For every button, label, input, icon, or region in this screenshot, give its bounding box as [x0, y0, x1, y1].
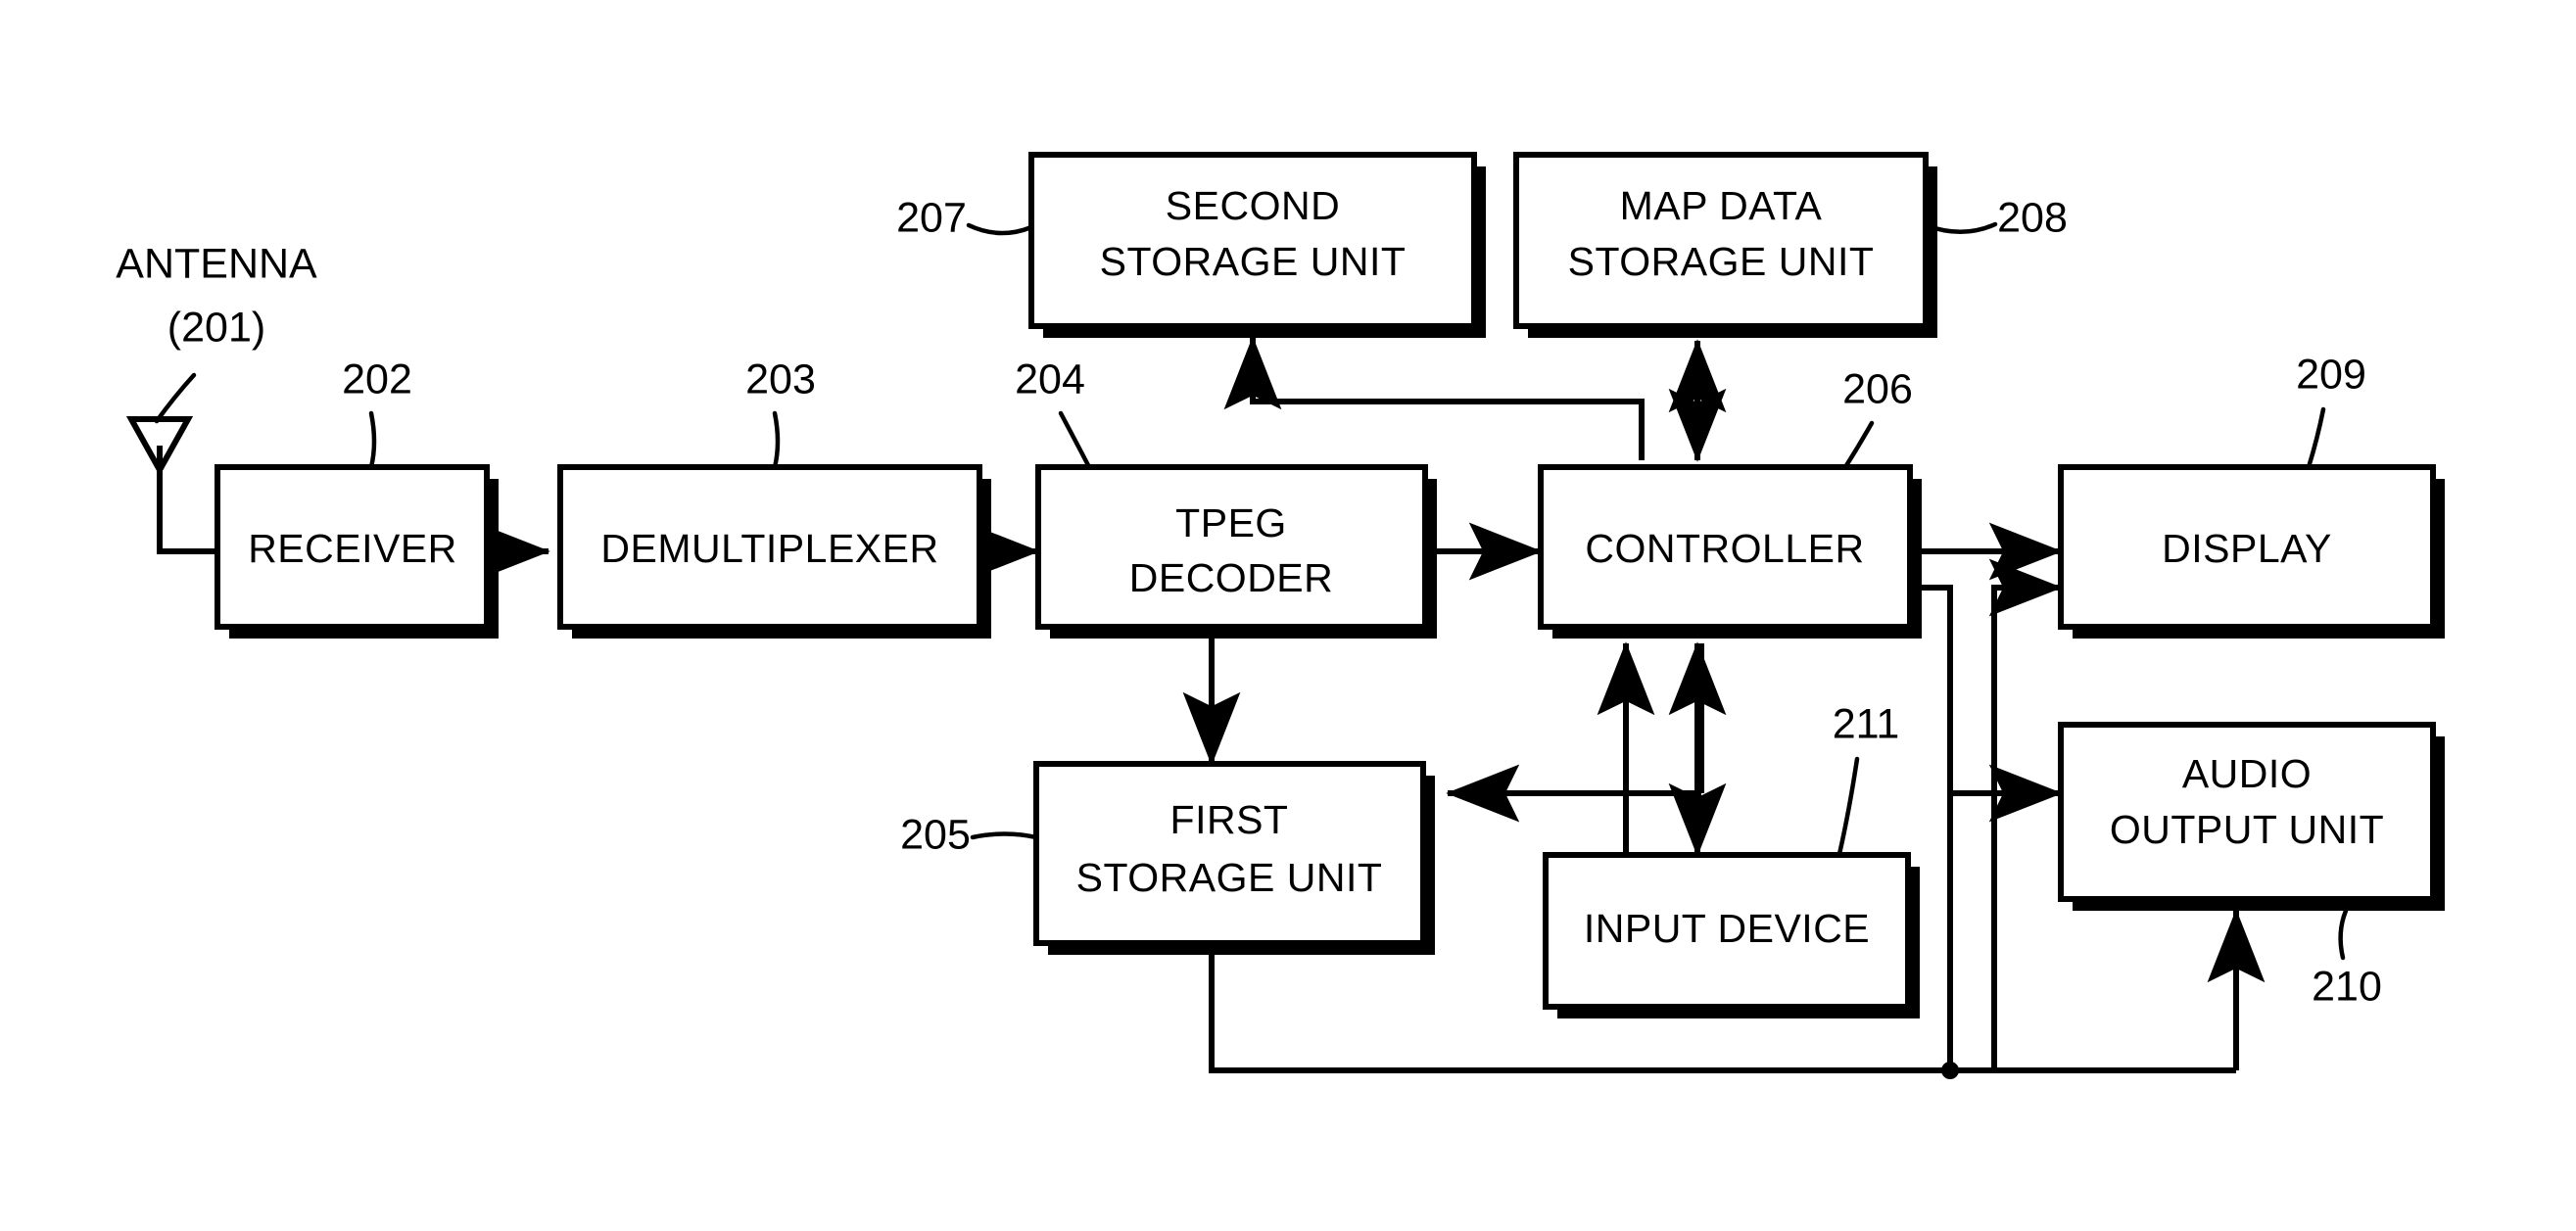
- block-second-storage[interactable]: SECOND STORAGE UNIT: [1028, 152, 1486, 338]
- connector-bus-to-display: [1988, 558, 2063, 1070]
- figure-canvas: RECEIVER DEMULTIPLEXER TPEG DECODER CONT…: [0, 0, 2576, 1231]
- block-demultiplexer[interactable]: DEMULTIPLEXER: [557, 464, 991, 639]
- ref-211-group: 211: [1833, 700, 1900, 857]
- ref-label-209: 209: [2296, 351, 2366, 398]
- block-label-tpeg-line1: TPEG: [1175, 500, 1287, 545]
- antenna-icon: [125, 416, 194, 477]
- block-input-device[interactable]: INPUT DEVICE: [1543, 852, 1920, 1018]
- block-label-first-storage-line2: STORAGE UNIT: [1076, 855, 1383, 900]
- ref-label-202: 202: [342, 355, 412, 402]
- ref-label-208: 208: [1997, 194, 2068, 241]
- connector-antenna-to-receiver: [157, 446, 217, 554]
- ref-label-203: 203: [745, 355, 816, 402]
- ref-label-204: 204: [1015, 355, 1085, 402]
- block-map-data-storage[interactable]: MAP DATA STORAGE UNIT: [1513, 152, 1937, 338]
- antenna-label-group: ANTENNA (201): [116, 240, 317, 424]
- connector-layer: [157, 336, 2266, 1079]
- block-label-second-storage-line1: SECOND: [1166, 183, 1340, 228]
- ref-label-207: 207: [896, 194, 967, 241]
- block-receiver[interactable]: RECEIVER: [215, 464, 499, 639]
- block-tpeg-decoder[interactable]: TPEG DECODER: [1035, 464, 1437, 639]
- block-label-first-storage-line1: FIRST: [1170, 797, 1289, 842]
- block-label-receiver: RECEIVER: [248, 526, 457, 571]
- ref-label-206: 206: [1842, 365, 1913, 412]
- ref-204-group: 204: [1015, 355, 1092, 470]
- ref-label-205: 205: [900, 811, 971, 858]
- block-display[interactable]: DISPLAY: [2058, 464, 2445, 639]
- ref-label-211: 211: [1833, 700, 1900, 747]
- ref-205-group: 205: [900, 811, 1039, 858]
- connector-controller-to-second-storage: [1223, 336, 1645, 460]
- antenna-label-line2: (201): [167, 304, 265, 351]
- block-first-storage[interactable]: FIRST STORAGE UNIT: [1033, 761, 1435, 955]
- block-label-map-data-line2: STORAGE UNIT: [1568, 239, 1875, 284]
- ref-206-group: 206: [1842, 365, 1913, 470]
- block-label-demultiplexer: DEMULTIPLEXER: [600, 526, 938, 571]
- ref-207-group: 207: [896, 194, 1034, 241]
- antenna-label-line1: ANTENNA: [116, 240, 317, 287]
- block-label-audio-output-line1: AUDIO: [2182, 751, 2312, 796]
- bus-junction-dot: [1941, 1062, 1959, 1079]
- block-label-tpeg-line2: DECODER: [1129, 555, 1334, 600]
- ref-203-group: 203: [745, 355, 816, 470]
- ref-202-group: 202: [342, 355, 412, 470]
- block-label-controller: CONTROLLER: [1585, 526, 1864, 571]
- ref-208-group: 208: [1923, 194, 2068, 241]
- block-label-display: DISPLAY: [2162, 526, 2332, 571]
- ref-210-group: 210: [2312, 908, 2382, 1010]
- block-audio-output[interactable]: AUDIO OUTPUT UNIT: [2058, 722, 2445, 911]
- block-label-audio-output-line2: OUTPUT UNIT: [2110, 807, 2384, 852]
- block-label-second-storage-line2: STORAGE UNIT: [1100, 239, 1407, 284]
- block-label-map-data-line1: MAP DATA: [1620, 183, 1823, 228]
- ref-label-210: 210: [2312, 963, 2382, 1010]
- diagram-svg: RECEIVER DEMULTIPLEXER TPEG DECODER CONT…: [116, 152, 2445, 1079]
- block-controller[interactable]: CONTROLLER: [1538, 464, 1922, 639]
- block-label-input-device: INPUT DEVICE: [1584, 906, 1870, 951]
- ref-209-group: 209: [2296, 351, 2366, 470]
